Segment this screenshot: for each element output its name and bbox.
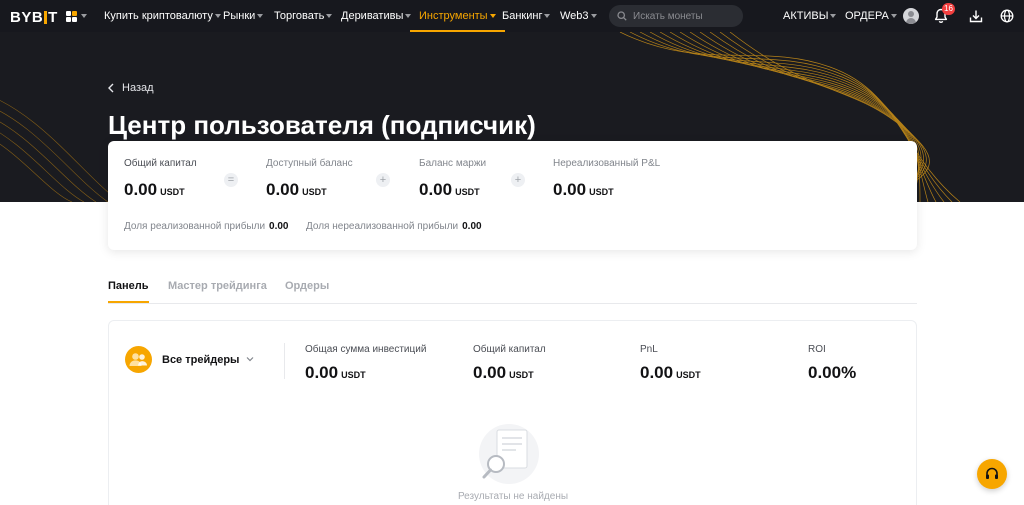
no-results-illustration <box>479 424 539 484</box>
logo-text-right: T <box>48 9 58 26</box>
logo-bar <box>44 11 48 24</box>
realized-profit-share: Доля реализованной прибыли 0.00 <box>124 221 289 232</box>
nav-trade-label: Торговать <box>274 10 325 22</box>
roi-stat: ROI 0.00% <box>808 344 856 383</box>
search-input[interactable] <box>633 8 737 24</box>
assets-menu[interactable]: АКТИВЫ <box>783 0 837 32</box>
assets-label: АКТИВЫ <box>783 10 829 22</box>
apps-menu-icon[interactable] <box>66 10 88 23</box>
realized-share-label: Доля реализованной прибыли <box>124 221 266 232</box>
globe-icon[interactable] <box>1000 9 1014 23</box>
nav-buy-crypto[interactable]: Купить криптовалюту <box>104 0 221 32</box>
traders-icon <box>125 346 152 373</box>
back-link[interactable]: Назад <box>108 82 154 94</box>
realized-share-value: 0.00 <box>269 221 289 232</box>
total-equity-label: Общий капитал <box>124 158 197 169</box>
available-balance-value: 0.00 <box>266 180 300 199</box>
panel-total-equity-label: Общий капитал <box>473 344 546 355</box>
chevron-down-icon[interactable] <box>246 356 254 362</box>
nav-tools-label: Инструменты <box>419 10 488 22</box>
unrealized-profit-share: Доля нереализованной прибыли 0.00 <box>306 221 482 232</box>
pnl-unit: USDT <box>676 370 701 380</box>
support-chat-button[interactable] <box>977 459 1007 489</box>
search-box[interactable] <box>609 5 743 27</box>
available-balance-unit: USDT <box>302 187 327 197</box>
plus-operator-1: + <box>376 173 390 187</box>
total-investment-stat: Общая сумма инвестиций 0.00 USDT <box>305 344 426 383</box>
search-icon <box>617 11 627 21</box>
nav-tools[interactable]: Инструменты <box>410 0 505 32</box>
roi-value: 0.00% <box>808 363 857 382</box>
pnl-value: 0.00 <box>640 363 674 382</box>
available-balance-stat: Доступный баланс 0.00 USDT <box>266 158 353 200</box>
nav-banking[interactable]: Банкинг <box>502 0 551 32</box>
account-summary-card: Общий капитал 0.00 USDT = Доступный балан… <box>108 141 917 250</box>
margin-balance-value: 0.00 <box>419 180 453 199</box>
orders-menu[interactable]: ОРДЕРА <box>845 0 897 32</box>
chevron-left-icon <box>108 83 114 93</box>
unrealized-pnl-stat: Нереализованный P&L 0.00 USDT <box>553 158 660 200</box>
total-investment-unit: USDT <box>341 370 366 380</box>
margin-balance-unit: USDT <box>455 187 480 197</box>
unrealized-pnl-label: Нереализованный P&L <box>553 158 661 169</box>
pnl-label: PnL <box>640 344 658 355</box>
plus-operator-2: + <box>511 173 525 187</box>
margin-balance-stat: Баланс маржи 0.00 USDT <box>419 158 486 200</box>
nav-derivatives-label: Деривативы <box>341 10 404 22</box>
total-investment-value: 0.00 <box>305 363 339 382</box>
nav-markets-label: Рынки <box>223 10 256 22</box>
nav-derivatives[interactable]: Деривативы <box>341 0 412 32</box>
trader-select[interactable]: Все трейдеры <box>162 354 239 366</box>
tab-orders[interactable]: Ордеры <box>285 280 329 292</box>
download-icon[interactable] <box>969 9 983 23</box>
panel-total-equity-stat: Общий капитал 0.00 USDT <box>473 344 546 383</box>
nav-trade[interactable]: Торговать <box>274 0 333 32</box>
top-nav: BYB T Купить криптовалюту Рынки Торговать… <box>0 0 1024 32</box>
logo-text-left: BYB <box>10 9 44 26</box>
panel-total-equity-unit: USDT <box>509 370 534 380</box>
notification-badge: 16 <box>942 3 955 15</box>
nav-web3[interactable]: Web3 <box>560 0 597 32</box>
page-title: Центр пользователя (подписчик) <box>108 110 536 140</box>
unrealized-share-value: 0.00 <box>462 221 482 232</box>
total-equity-value: 0.00 <box>124 180 158 199</box>
panel-total-equity-value: 0.00 <box>473 363 507 382</box>
pnl-stat: PnL 0.00 USDT <box>640 344 701 383</box>
equals-operator: = <box>224 173 238 187</box>
orders-label: ОРДЕРА <box>845 10 889 22</box>
nav-banking-label: Банкинг <box>502 10 543 22</box>
unrealized-pnl-value: 0.00 <box>553 180 587 199</box>
tab-master-trading[interactable]: Мастер трейдинга <box>168 280 267 292</box>
bybit-logo[interactable]: BYB T <box>10 9 58 26</box>
tab-dashboard[interactable]: Панель <box>108 280 149 303</box>
unrealized-share-label: Доля нереализованной прибыли <box>306 221 459 232</box>
total-equity-stat: Общий капитал 0.00 USDT <box>124 158 197 200</box>
roi-label: ROI <box>808 344 826 355</box>
margin-balance-label: Баланс маржи <box>419 158 487 169</box>
total-equity-unit: USDT <box>160 187 185 197</box>
tab-bar: Панель Мастер трейдинга Ордеры <box>108 280 917 304</box>
headset-icon <box>986 467 998 479</box>
divider <box>284 343 285 379</box>
nav-buy-crypto-label: Купить криптовалюту <box>104 10 213 22</box>
total-investment-label: Общая сумма инвестиций <box>305 344 427 355</box>
nav-web3-label: Web3 <box>560 10 589 22</box>
dashboard-panel: Все трейдеры Общая сумма инвестиций 0.00… <box>108 320 917 505</box>
nav-markets[interactable]: Рынки <box>223 0 264 32</box>
back-label: Назад <box>122 82 154 94</box>
unrealized-pnl-unit: USDT <box>589 187 614 197</box>
no-results-text: Результаты не найдены <box>457 491 569 502</box>
user-avatar[interactable] <box>903 8 919 24</box>
available-balance-label: Доступный баланс <box>266 158 353 169</box>
